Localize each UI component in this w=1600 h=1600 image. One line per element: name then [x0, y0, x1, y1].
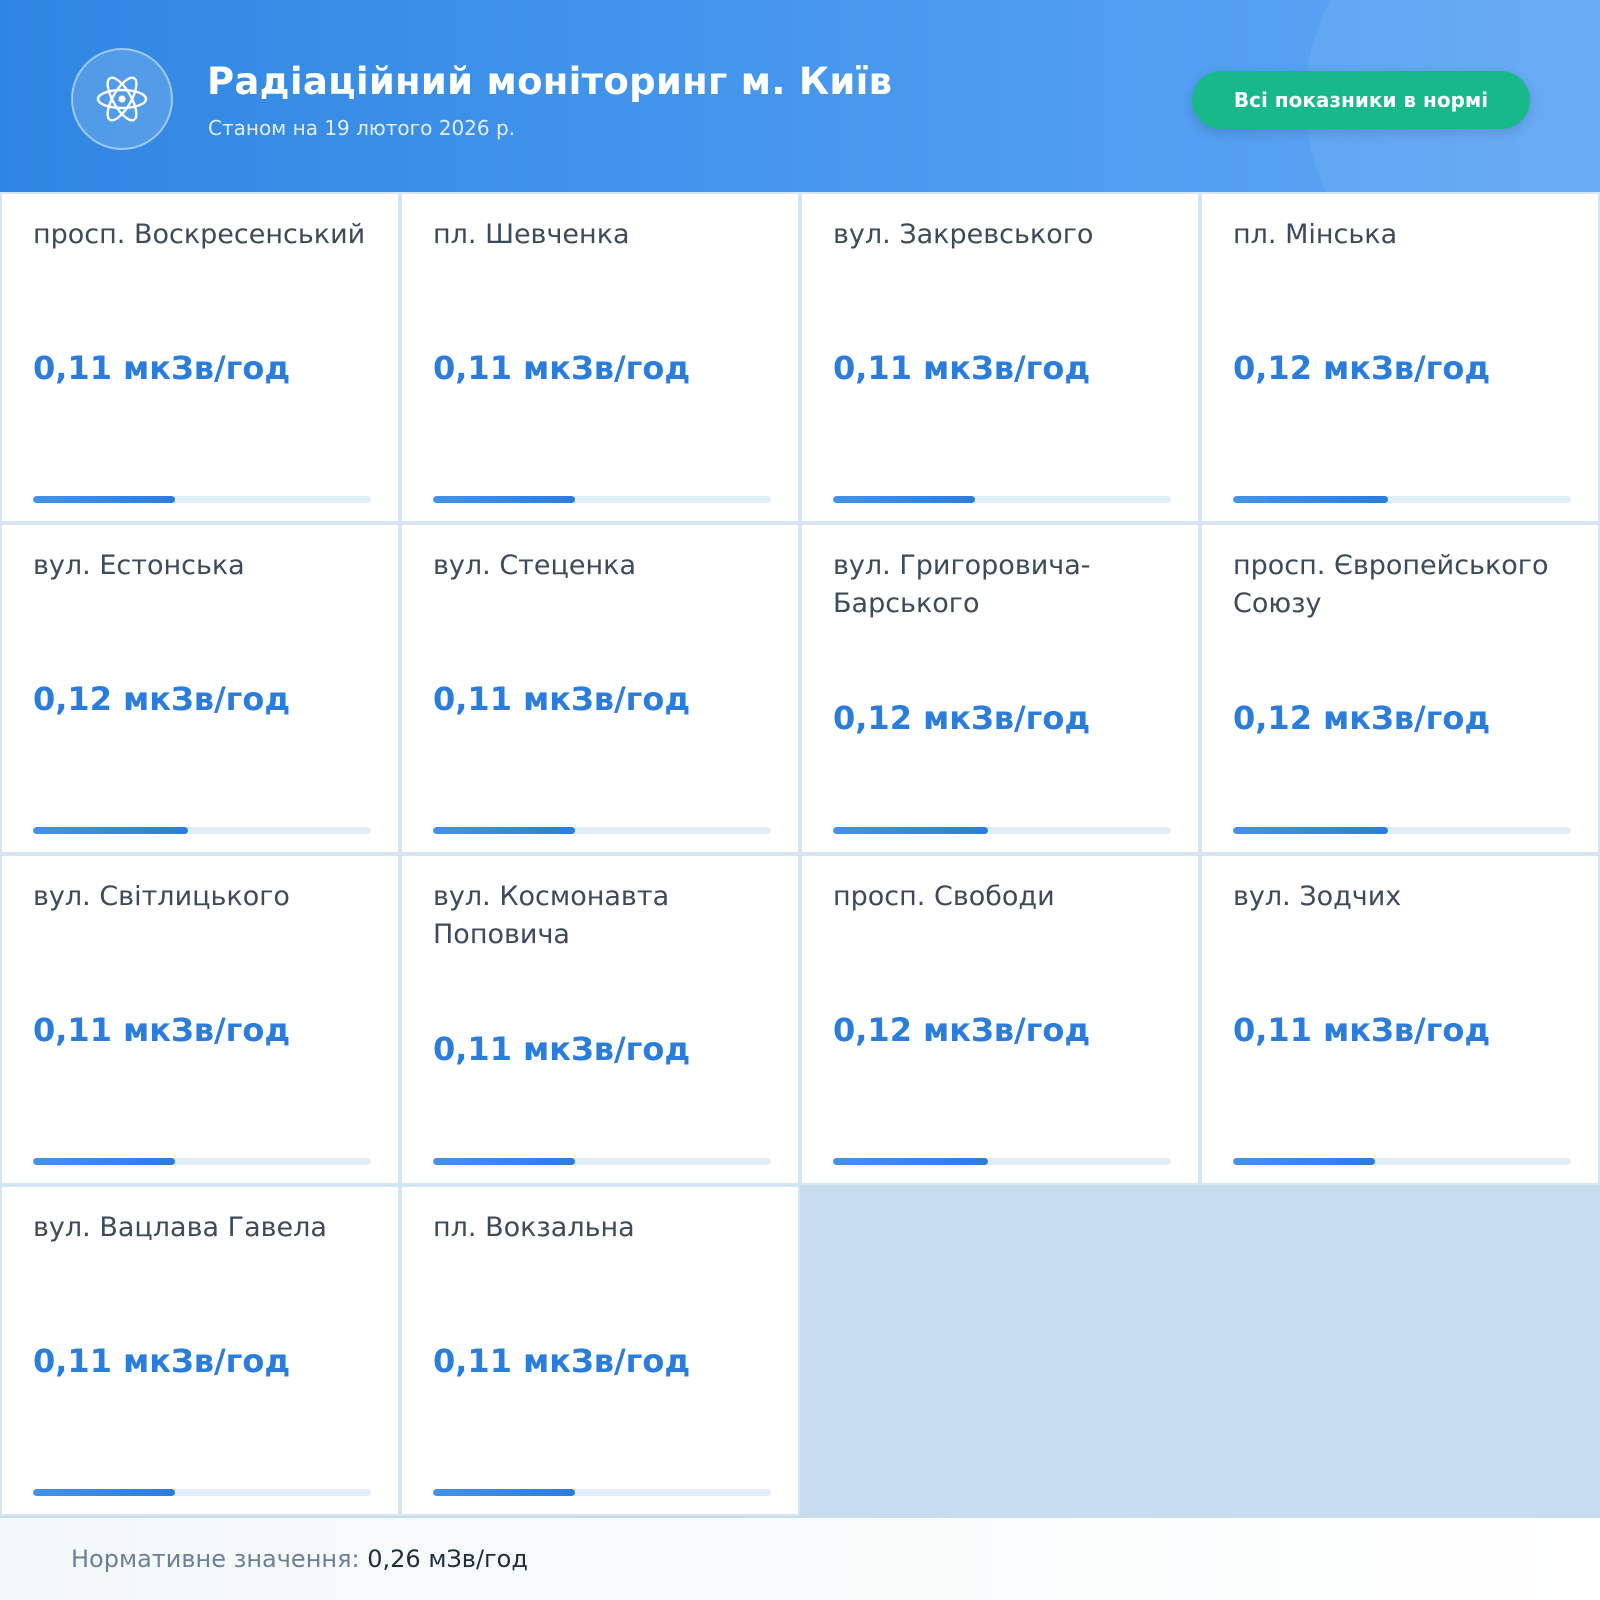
level-bar [833, 496, 1171, 503]
station-location: вул. Стеценка [433, 550, 637, 581]
level-bar-fill [433, 827, 575, 834]
level-bar [433, 827, 771, 834]
level-bar [433, 1489, 771, 1496]
level-bar [833, 827, 1171, 834]
station-location: вул. Григоровича-Барського [833, 550, 1091, 619]
station-card: просп. Свободи 0,12 мкЗв/год [800, 854, 1200, 1185]
station-location: вул. Вацлава Гавела [33, 1212, 327, 1243]
station-reading: 0,12 мкЗв/год [33, 680, 291, 718]
level-bar-fill [433, 496, 575, 503]
station-card: вул. Космонавта Поповича 0,11 мкЗв/год [400, 854, 800, 1185]
level-bar-fill [833, 1158, 989, 1165]
level-bar-fill [33, 1158, 175, 1165]
level-bar [433, 1158, 771, 1165]
station-reading: 0,11 мкЗв/год [1233, 1011, 1491, 1049]
station-location: вул. Світлицького [33, 881, 290, 912]
station-reading: 0,11 мкЗв/год [833, 349, 1091, 387]
norm-value: 0,26 мЗв/год [367, 1545, 528, 1573]
station-location: вул. Космонавта Поповича [433, 881, 670, 950]
level-bar-fill [1233, 827, 1389, 834]
station-reading: 0,12 мкЗв/год [1233, 349, 1491, 387]
station-card: пл. Вокзальна 0,11 мкЗв/год [400, 1185, 800, 1516]
station-location: пл. Мінська [1233, 219, 1398, 250]
level-bar [33, 1489, 371, 1496]
station-location: пл. Шевченка [433, 219, 630, 250]
station-card: вул. Вацлава Гавела 0,11 мкЗв/год [0, 1185, 400, 1516]
stations-grid: просп. Воскресенський 0,11 мкЗв/год пл. … [0, 192, 1600, 1518]
station-card: просп. Воскресенський 0,11 мкЗв/год [0, 192, 400, 523]
station-location: вул. Зодчих [1233, 881, 1402, 912]
page-header: Радіаційний моніторинг м. Київ Станом на… [0, 0, 1600, 192]
station-card: вул. Стеценка 0,11 мкЗв/год [400, 523, 800, 854]
station-reading: 0,11 мкЗв/год [433, 349, 691, 387]
station-location: вул. Закревського [833, 219, 1094, 250]
station-reading: 0,11 мкЗв/год [33, 1342, 291, 1380]
station-card: вул. Зодчих 0,11 мкЗв/год [1200, 854, 1600, 1185]
station-reading: 0,12 мкЗв/год [833, 1011, 1091, 1049]
station-reading: 0,12 мкЗв/год [1233, 699, 1491, 737]
station-card: пл. Мінська 0,12 мкЗв/год [1200, 192, 1600, 523]
station-location: пл. Вокзальна [433, 1212, 635, 1243]
level-bar [1233, 496, 1571, 503]
level-bar [833, 1158, 1171, 1165]
station-location: вул. Естонська [33, 550, 245, 581]
station-location: просп. Воскресенський [33, 219, 366, 250]
level-bar-fill [33, 496, 175, 503]
status-badge: Всі показники в нормі [1192, 71, 1530, 129]
station-card: пл. Шевченка 0,11 мкЗв/год [400, 192, 800, 523]
level-bar [433, 496, 771, 503]
norm-label: Нормативне значення: [71, 1545, 360, 1573]
level-bar-fill [33, 1489, 175, 1496]
station-card: вул. Григоровича-Барського 0,12 мкЗв/год [800, 523, 1200, 854]
level-bar-fill [833, 496, 975, 503]
level-bar [33, 827, 371, 834]
level-bar [1233, 827, 1571, 834]
level-bar [33, 496, 371, 503]
station-reading: 0,11 мкЗв/год [433, 680, 691, 718]
level-bar-fill [433, 1158, 575, 1165]
level-bar-fill [433, 1489, 575, 1496]
atom-icon [71, 48, 173, 150]
empty-cell [800, 1185, 1200, 1516]
level-bar-fill [1233, 1158, 1375, 1165]
station-card: просп. Європейського Союзу 0,12 мкЗв/год [1200, 523, 1600, 854]
level-bar-fill [1233, 496, 1389, 503]
level-bar [33, 1158, 371, 1165]
station-reading: 0,11 мкЗв/год [433, 1030, 691, 1068]
station-reading: 0,12 мкЗв/год [833, 699, 1091, 737]
page-title: Радіаційний моніторинг м. Київ [207, 60, 893, 103]
station-location: просп. Свободи [833, 881, 1055, 912]
level-bar-fill [833, 827, 989, 834]
page-date: Станом на 19 лютого 2026 р. [208, 116, 516, 140]
station-reading: 0,11 мкЗв/год [33, 1011, 291, 1049]
station-card: вул. Естонська 0,12 мкЗв/год [0, 523, 400, 854]
level-bar [1233, 1158, 1571, 1165]
station-location: просп. Європейського Союзу [1233, 550, 1549, 619]
empty-cell [1200, 1185, 1600, 1516]
level-bar-fill [33, 827, 189, 834]
station-reading: 0,11 мкЗв/год [433, 1342, 691, 1380]
norm-value-line: Нормативне значення: 0,26 мЗв/год [71, 1545, 528, 1573]
station-card: вул. Закревського 0,11 мкЗв/год [800, 192, 1200, 523]
station-card: вул. Світлицького 0,11 мкЗв/год [0, 854, 400, 1185]
station-reading: 0,11 мкЗв/год [33, 349, 291, 387]
